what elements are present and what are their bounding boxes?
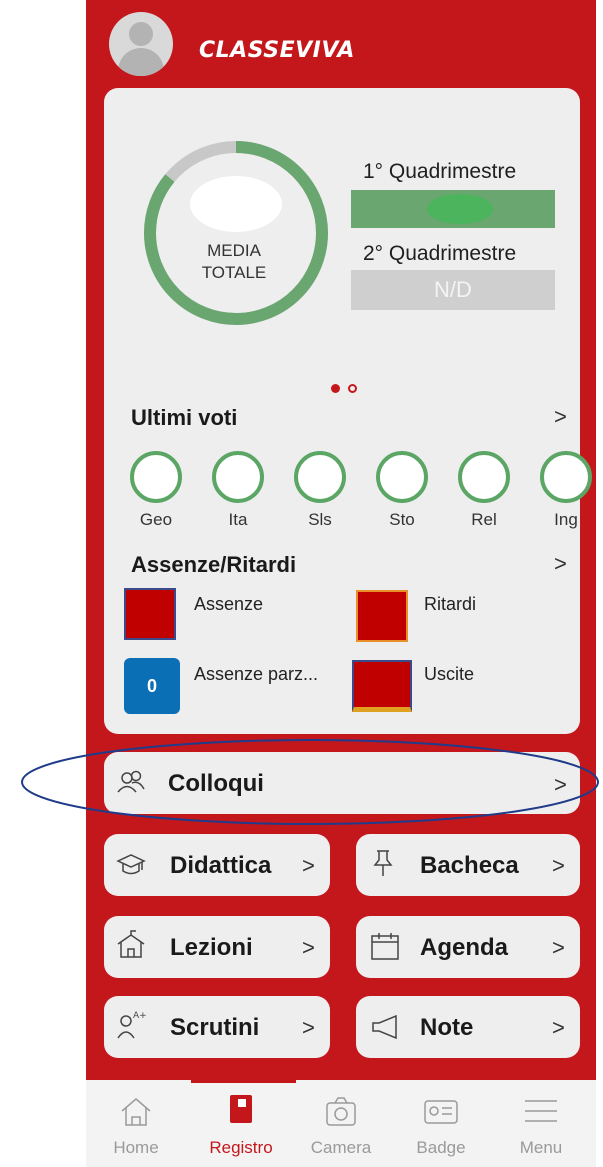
book-icon[interactable] [191,1093,291,1129]
colloqui-chevron-icon: > [554,772,567,797]
q1-value-blank [427,194,493,224]
avatar-head-shape [129,22,153,46]
assenze-count-box[interactable] [124,588,176,640]
media-label-line1: MEDIA [207,241,261,260]
home-icon[interactable] [86,1093,186,1129]
student-grade-icon: A+ [117,1011,146,1039]
app-screen: CLASSEVIVA MEDIA TOTALE 1° Quadrimestre … [86,0,596,1167]
bacheca-label: Bacheca [420,852,519,879]
badge-icon[interactable] [391,1093,491,1129]
ritardi-label: Ritardi [424,594,477,614]
q1-label: 1° Quadrimestre [363,160,517,183]
note-label: Note [420,1014,474,1041]
assenze-parziali-count[interactable]: 0 [124,658,180,714]
vote-subject-label: Ita [228,510,248,529]
vote-circle[interactable] [540,451,592,503]
ultimi-voti-chevron-icon[interactable]: > [554,404,567,430]
lezioni-chevron-icon: > [302,935,315,960]
media-value-blank [190,176,282,232]
people-icon [117,770,145,793]
media-label-line2: TOTALE [201,263,267,282]
q2-average-bar[interactable]: N/D [351,270,555,310]
page-dot-inactive[interactable] [348,384,357,393]
vote-circle[interactable] [376,451,428,503]
didattica-label: Didattica [170,852,272,879]
uscite-label: Uscite [424,664,475,684]
assenze-chevron-icon[interactable]: > [554,551,567,577]
assenze-label: Assenze [194,594,264,614]
nav-registro-label[interactable]: Registro [191,1138,291,1158]
colloqui-label: Colloqui [168,770,264,797]
ultimi-voti-title[interactable]: Ultimi voti [131,405,237,431]
vote-circle[interactable] [212,451,264,503]
ritardi-count-box[interactable] [356,590,408,642]
agenda-chevron-icon: > [552,935,565,960]
vote-subject-label: Ing [554,510,578,529]
brand-logo: CLASSEVIVA [199,38,355,63]
scrutini-chevron-icon: > [302,1015,315,1040]
vote-circle[interactable] [458,451,510,503]
camera-icon[interactable] [291,1093,391,1129]
uscite-count-box[interactable] [352,660,412,712]
school-icon [117,930,145,958]
lezioni-label: Lezioni [170,934,253,961]
page-dot-active[interactable] [331,384,340,393]
pin-icon [373,850,393,876]
note-chevron-icon: > [552,1015,565,1040]
vote-subject-label: Sto [389,510,415,529]
nav-home-label[interactable]: Home [86,1138,186,1158]
agenda-label: Agenda [420,934,509,961]
didattica-chevron-icon: > [302,853,315,878]
graduation-cap-icon [116,854,146,875]
nav-badge-label[interactable]: Badge [391,1138,491,1158]
q2-label: 2° Quadrimestre [363,242,517,265]
nav-active-indicator [191,1080,296,1083]
avatar[interactable] [109,12,173,76]
vote-subject-label: Rel [471,510,497,529]
nav-camera-label[interactable]: Camera [291,1138,391,1158]
menu-icon[interactable] [491,1093,591,1129]
media-totale-label: MEDIA TOTALE [184,240,284,284]
vote-circle[interactable] [294,451,346,503]
assenze-title[interactable]: Assenze/Ritardi [131,552,296,578]
vote-subject-label: Geo [139,510,173,529]
assenze-parziali-label: Assenze parz... [194,664,319,684]
vote-subject-label: Sls [308,510,332,529]
vote-circle[interactable] [130,451,182,503]
scrutini-label: Scrutini [170,1014,260,1041]
q1-average-bar[interactable] [351,190,555,228]
avatar-body-shape [118,48,164,76]
nav-menu-label[interactable]: Menu [491,1138,591,1158]
calendar-icon [371,933,399,960]
megaphone-icon [372,1014,397,1040]
bacheca-chevron-icon: > [552,853,565,878]
svg-text:A+: A+ [133,1011,146,1021]
media-ring-chart[interactable] [141,138,331,328]
